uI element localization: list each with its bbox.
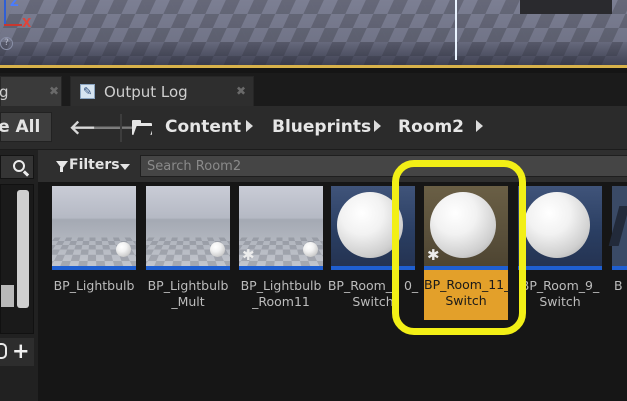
- log-icon: ✎: [80, 84, 95, 99]
- tab-label: Output Log: [104, 83, 188, 101]
- chevron-right-icon[interactable]: [246, 120, 253, 132]
- asset-type-bar: [239, 266, 323, 270]
- folder-tree-scrollbar[interactable]: [17, 190, 29, 308]
- chevron-down-icon: [120, 164, 130, 170]
- filters-button[interactable]: Filters: [48, 155, 132, 177]
- asset-label: BP_Room_9_ Switch: [520, 278, 600, 309]
- close-icon[interactable]: ✖: [236, 84, 246, 98]
- save-all-button[interactable]: ve All: [0, 112, 52, 142]
- add-icon[interactable]: +: [12, 339, 30, 363]
- asset-type-bar: [331, 266, 415, 270]
- switch-sphere-icon: [337, 192, 403, 258]
- asset-tile-bp-room-10-switch[interactable]: BP_Room_1 0_ Switch: [328, 186, 418, 324]
- asset-label: BP_Lightbulb _Room11: [240, 278, 322, 309]
- asset-thumbnail: [52, 186, 136, 270]
- level-viewport[interactable]: Z X ?: [0, 0, 627, 68]
- search-input[interactable]: [140, 155, 627, 177]
- filters-label: Filters: [69, 157, 120, 173]
- asset-tile-bp-room-11-switch[interactable]: ✱ BP_Room_11_ Switch: [424, 186, 511, 324]
- asset-tile-bp-lightbulb[interactable]: BP_Lightbulb: [52, 186, 136, 324]
- help-icon[interactable]: ?: [0, 37, 13, 50]
- filter-bar: Filters: [38, 150, 627, 182]
- breadcrumb-blueprints[interactable]: Blueprints: [272, 117, 371, 137]
- axis-z-label: Z: [10, 0, 19, 9]
- tab-label: g: [0, 83, 9, 101]
- asset-thumbnail: [518, 186, 602, 270]
- asset-label: BP_Room_11_ Switch: [424, 277, 511, 308]
- breadcrumb-content[interactable]: Content: [165, 117, 241, 137]
- tab-output-log[interactable]: ✎ Output Log ✖: [70, 76, 254, 106]
- axis-x-line: [4, 24, 22, 26]
- toggle-icon[interactable]: [0, 343, 7, 359]
- lightbulb-sphere-icon: [303, 242, 318, 257]
- asset-type-bar: [518, 266, 602, 270]
- switch-sphere-icon: [524, 192, 590, 258]
- asset-thumbnail: [146, 186, 230, 270]
- lightbulb-sphere-icon: [210, 242, 225, 257]
- asset-type-bar: [612, 266, 627, 270]
- asset-label: BP_Lightbulb _Mult: [147, 278, 229, 309]
- asset-thumbnail: ✱: [424, 186, 508, 270]
- switch-sphere-icon: [430, 192, 496, 258]
- collections-bar: +: [0, 338, 34, 366]
- asset-label-selected: BP_Room_11_ Switch: [424, 270, 511, 320]
- tab-message-log[interactable]: g ✖: [0, 76, 62, 106]
- breadcrumb-room2[interactable]: Room2: [398, 117, 464, 137]
- axis-z-line: [4, 0, 6, 26]
- asset-tile-bp-room-9-switch[interactable]: BP_Room_9_ Switch: [518, 186, 602, 324]
- save-all-label: ve All: [0, 117, 41, 137]
- folder-tree-selected-row[interactable]: [1, 285, 14, 307]
- viewport-border: [0, 65, 627, 68]
- chevron-right-icon[interactable]: [374, 120, 381, 132]
- asset-type-bar: [52, 266, 136, 270]
- modified-star-icon: ✱: [427, 246, 440, 264]
- folder-icon[interactable]: [132, 120, 154, 135]
- asset-thumbnail: [331, 186, 415, 270]
- modified-star-icon: ✱: [242, 246, 255, 264]
- asset-label: B: [614, 278, 623, 293]
- asset-label: BP_Lightbulb: [53, 278, 135, 293]
- content-browser-toolbar: ve All 🡐 🡒 Content Blueprints Room2: [0, 106, 627, 150]
- close-icon[interactable]: ✖: [49, 84, 59, 98]
- asset-thumbnail: ✱: [239, 186, 323, 270]
- asset-tile-bp-lightbulb-room11[interactable]: ✱ BP_Lightbulb _Room11: [239, 186, 323, 324]
- selection-line: [455, 0, 457, 60]
- asset-tile-partial[interactable]: [608, 186, 627, 270]
- lightbulb-sphere-icon: [116, 242, 131, 257]
- asset-tile-bp-lightbulb-mult[interactable]: BP_Lightbulb _Mult: [146, 186, 230, 324]
- sources-panel: +: [0, 150, 38, 401]
- toolbar-separator: [120, 114, 122, 142]
- chevron-right-icon[interactable]: [476, 120, 483, 132]
- viewport-object: [520, 0, 612, 14]
- asset-type-bar: [146, 266, 230, 270]
- folder-search-button[interactable]: [0, 155, 34, 179]
- panel-tab-bar: g ✖ ✎ Output Log ✖: [0, 73, 627, 106]
- asset-label: BP_Room_1 0_ Switch: [327, 278, 419, 309]
- axis-x-label: X: [22, 16, 32, 30]
